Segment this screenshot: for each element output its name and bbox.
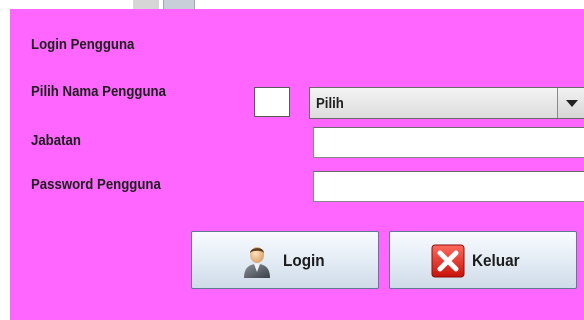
chevron-down-icon[interactable] bbox=[557, 88, 584, 118]
exit-button-label: Keluar bbox=[472, 251, 520, 270]
background-window-fragment bbox=[163, 0, 195, 9]
user-icon bbox=[244, 247, 270, 278]
password-field[interactable] bbox=[313, 171, 584, 202]
login-panel: Login Pengguna Pilih Nama Pengguna Pilih… bbox=[10, 9, 584, 320]
username-select[interactable]: Pilih bbox=[309, 87, 584, 119]
position-field[interactable] bbox=[313, 127, 584, 158]
login-button-label: Login bbox=[283, 251, 325, 270]
form-title: Login Pengguna bbox=[31, 36, 135, 53]
close-icon bbox=[431, 244, 465, 278]
background-window-fragment bbox=[133, 0, 159, 9]
username-checkbox[interactable] bbox=[254, 87, 290, 117]
login-button[interactable]: Login bbox=[191, 231, 379, 289]
exit-button[interactable]: Keluar bbox=[389, 231, 577, 289]
password-label: Password Pengguna bbox=[31, 176, 161, 193]
position-label: Jabatan bbox=[31, 132, 81, 149]
username-label: Pilih Nama Pengguna bbox=[31, 83, 166, 100]
username-select-value: Pilih bbox=[316, 95, 344, 112]
